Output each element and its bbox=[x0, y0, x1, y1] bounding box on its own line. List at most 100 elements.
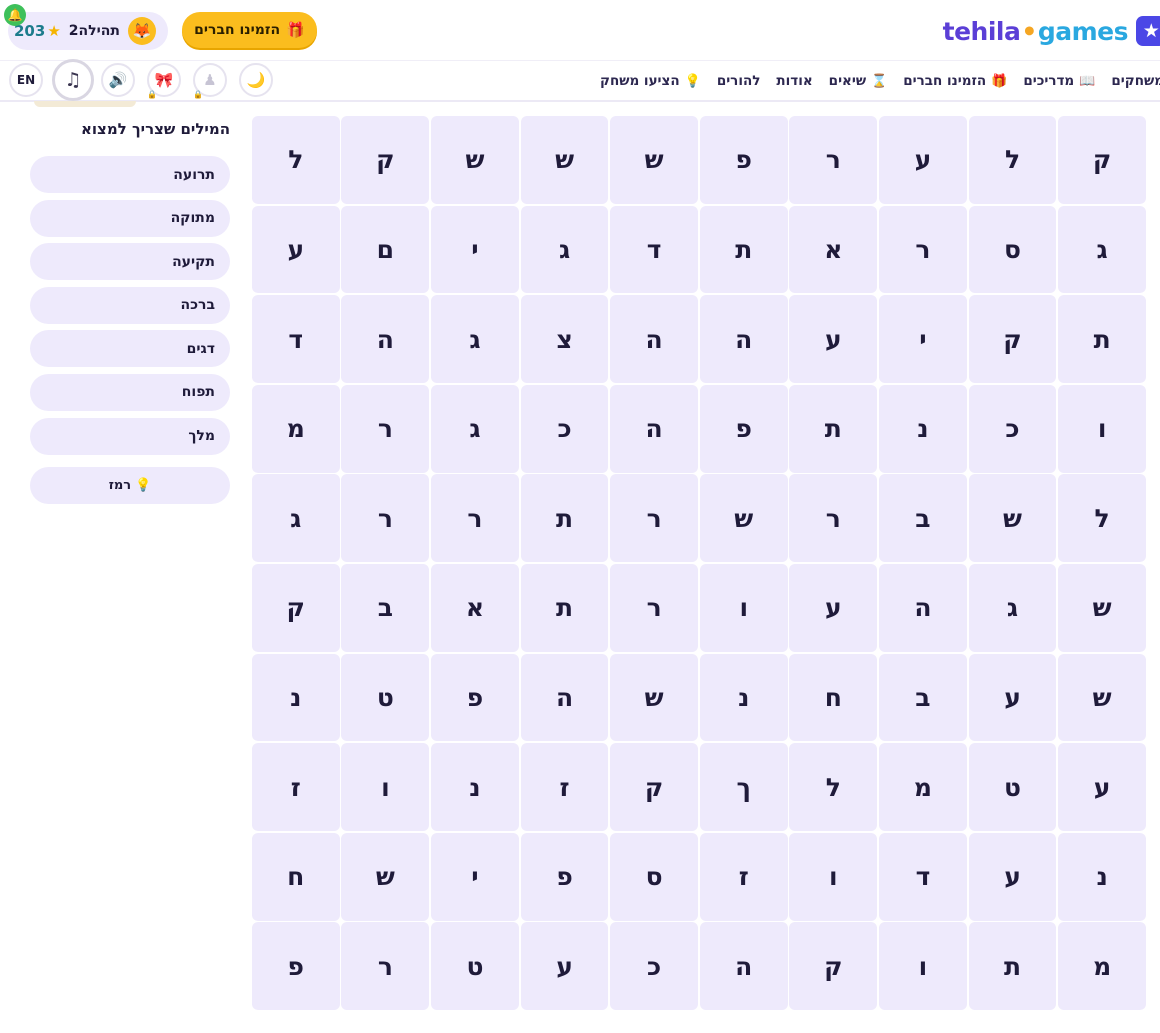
grid-cell[interactable]: ל bbox=[968, 116, 1057, 204]
grid-cell[interactable]: ג bbox=[1058, 205, 1146, 294]
grid-cell[interactable]: ר bbox=[789, 474, 878, 563]
grid-cell[interactable]: ע bbox=[789, 295, 878, 383]
grid-cell[interactable]: פ bbox=[251, 922, 340, 1011]
grid-cell[interactable]: ש bbox=[610, 653, 699, 742]
notification-bell-icon[interactable]: 🔔 bbox=[4, 4, 26, 26]
grid-cell[interactable]: נ bbox=[431, 743, 519, 831]
grid-cell[interactable]: פ bbox=[520, 832, 609, 921]
grid-cell[interactable]: ג bbox=[520, 205, 609, 294]
grid-cell[interactable]: ת bbox=[789, 384, 878, 473]
grid-cell[interactable]: ח bbox=[251, 832, 340, 921]
grid-cell[interactable]: ג bbox=[968, 563, 1057, 652]
grid-cell[interactable]: ר bbox=[341, 474, 430, 563]
grid-cell[interactable]: י bbox=[879, 295, 967, 383]
nav-item-invite[interactable]: 🎁 הזמינו חברים bbox=[903, 73, 1007, 89]
sound-toggle-button[interactable]: 🔊 bbox=[101, 63, 135, 97]
grid-cell[interactable]: ר bbox=[431, 474, 519, 563]
grid-cell[interactable]: מ bbox=[1058, 922, 1146, 1011]
grid-cell[interactable]: ע bbox=[1058, 743, 1146, 831]
grid-cell[interactable]: ק bbox=[789, 922, 878, 1011]
grid-cell[interactable]: ו bbox=[341, 743, 430, 831]
grid-cell[interactable]: נ bbox=[879, 384, 967, 473]
grid-cell[interactable]: ק bbox=[610, 743, 699, 831]
grid-cell[interactable]: ל bbox=[789, 743, 878, 831]
user-profile-pill[interactable]: 203 ★ תהילה2 🦊 bbox=[8, 12, 168, 50]
grid-cell[interactable]: ש bbox=[968, 474, 1057, 563]
invite-friends-button[interactable]: 🎁 הזמינו חברים bbox=[182, 12, 317, 48]
grid-cell[interactable]: כ bbox=[520, 384, 609, 473]
grid-cell[interactable]: ע bbox=[968, 653, 1057, 742]
grid-cell[interactable]: ה bbox=[879, 563, 967, 652]
grid-cell[interactable]: ת bbox=[520, 474, 609, 563]
grid-cell[interactable]: ב bbox=[879, 474, 967, 563]
grid-cell[interactable]: ה bbox=[610, 295, 699, 383]
grid-cell[interactable]: ק bbox=[968, 295, 1057, 383]
nav-item-games[interactable]: משחקים bbox=[1111, 73, 1160, 89]
grid-cell[interactable]: ש bbox=[1058, 563, 1146, 652]
grid-cell[interactable]: ש bbox=[1058, 653, 1146, 742]
hint-button[interactable]: 💡 רמז bbox=[30, 467, 230, 504]
grid-cell[interactable]: ו bbox=[879, 922, 967, 1011]
grid-cell[interactable]: ל bbox=[1058, 474, 1146, 563]
grid-cell[interactable]: נ bbox=[1058, 832, 1146, 921]
grid-cell[interactable]: ד bbox=[610, 205, 699, 294]
grid-cell[interactable]: ת bbox=[699, 205, 788, 294]
grid-cell[interactable]: ש bbox=[431, 116, 519, 204]
grid-cell[interactable]: ב bbox=[341, 563, 430, 652]
grid-cell[interactable]: ש bbox=[610, 116, 699, 204]
music-toggle-button[interactable]: ♫ bbox=[52, 59, 94, 101]
character-button[interactable]: ♟ 🔒 bbox=[193, 63, 227, 99]
grid-cell[interactable]: ר bbox=[610, 474, 699, 563]
dark-mode-button[interactable]: 🌙 bbox=[239, 63, 273, 97]
grid-cell[interactable]: ב bbox=[879, 653, 967, 742]
theme-bow-button[interactable]: 🎀 🔒 bbox=[147, 63, 181, 99]
grid-cell[interactable]: ר bbox=[610, 563, 699, 652]
grid-cell[interactable]: ק bbox=[1058, 116, 1146, 204]
nav-item-records[interactable]: ⌛ שיאים bbox=[829, 73, 888, 89]
grid-cell[interactable]: ם bbox=[341, 205, 430, 294]
grid-cell[interactable]: ע bbox=[879, 116, 967, 204]
grid-cell[interactable]: ה bbox=[610, 384, 699, 473]
grid-cell[interactable]: ס bbox=[610, 832, 699, 921]
grid-cell[interactable]: ג bbox=[431, 384, 519, 473]
grid-cell[interactable]: ש bbox=[699, 474, 788, 563]
grid-cell[interactable]: ו bbox=[789, 832, 878, 921]
grid-cell[interactable]: ת bbox=[968, 922, 1057, 1011]
nav-item-about[interactable]: אודות bbox=[776, 73, 812, 89]
grid-cell[interactable]: ע bbox=[968, 832, 1057, 921]
grid-cell[interactable]: ו bbox=[1058, 384, 1146, 473]
grid-cell[interactable]: ה bbox=[341, 295, 430, 383]
grid-cell[interactable]: ר bbox=[341, 384, 430, 473]
grid-cell[interactable]: נ bbox=[699, 653, 788, 742]
grid-cell[interactable]: ג bbox=[431, 295, 519, 383]
grid-cell[interactable]: ע bbox=[251, 205, 340, 294]
grid-cell[interactable]: פ bbox=[431, 653, 519, 742]
grid-cell[interactable]: א bbox=[431, 563, 519, 652]
nav-item-guides[interactable]: 📖 מדריכים bbox=[1023, 73, 1095, 89]
grid-cell[interactable]: ס bbox=[968, 205, 1057, 294]
grid-cell[interactable]: פ bbox=[699, 116, 788, 204]
site-logo[interactable]: tehila • games ★ bbox=[943, 14, 1160, 48]
grid-cell[interactable]: פ bbox=[699, 384, 788, 473]
grid-cell[interactable]: ד bbox=[879, 832, 967, 921]
grid-cell[interactable]: ש bbox=[520, 116, 609, 204]
grid-cell[interactable]: ה bbox=[699, 922, 788, 1011]
grid-cell[interactable]: ה bbox=[520, 653, 609, 742]
grid-cell[interactable]: ת bbox=[520, 563, 609, 652]
grid-cell[interactable]: ט bbox=[431, 922, 519, 1011]
grid-cell[interactable]: ק bbox=[251, 563, 340, 652]
language-toggle-button[interactable]: EN bbox=[9, 63, 43, 97]
grid-cell[interactable]: ט bbox=[968, 743, 1057, 831]
grid-cell[interactable]: ז bbox=[699, 832, 788, 921]
grid-cell[interactable]: י bbox=[431, 205, 519, 294]
grid-cell[interactable]: ק bbox=[341, 116, 430, 204]
grid-cell[interactable]: נ bbox=[251, 653, 340, 742]
grid-cell[interactable]: ר bbox=[879, 205, 967, 294]
grid-cell[interactable]: ח bbox=[789, 653, 878, 742]
grid-cell[interactable]: מ bbox=[251, 384, 340, 473]
grid-cell[interactable]: ע bbox=[520, 922, 609, 1011]
grid-cell[interactable]: ך bbox=[699, 743, 788, 831]
grid-cell[interactable]: י bbox=[431, 832, 519, 921]
grid-cell[interactable]: ז bbox=[251, 743, 340, 831]
grid-cell[interactable]: ש bbox=[341, 832, 430, 921]
